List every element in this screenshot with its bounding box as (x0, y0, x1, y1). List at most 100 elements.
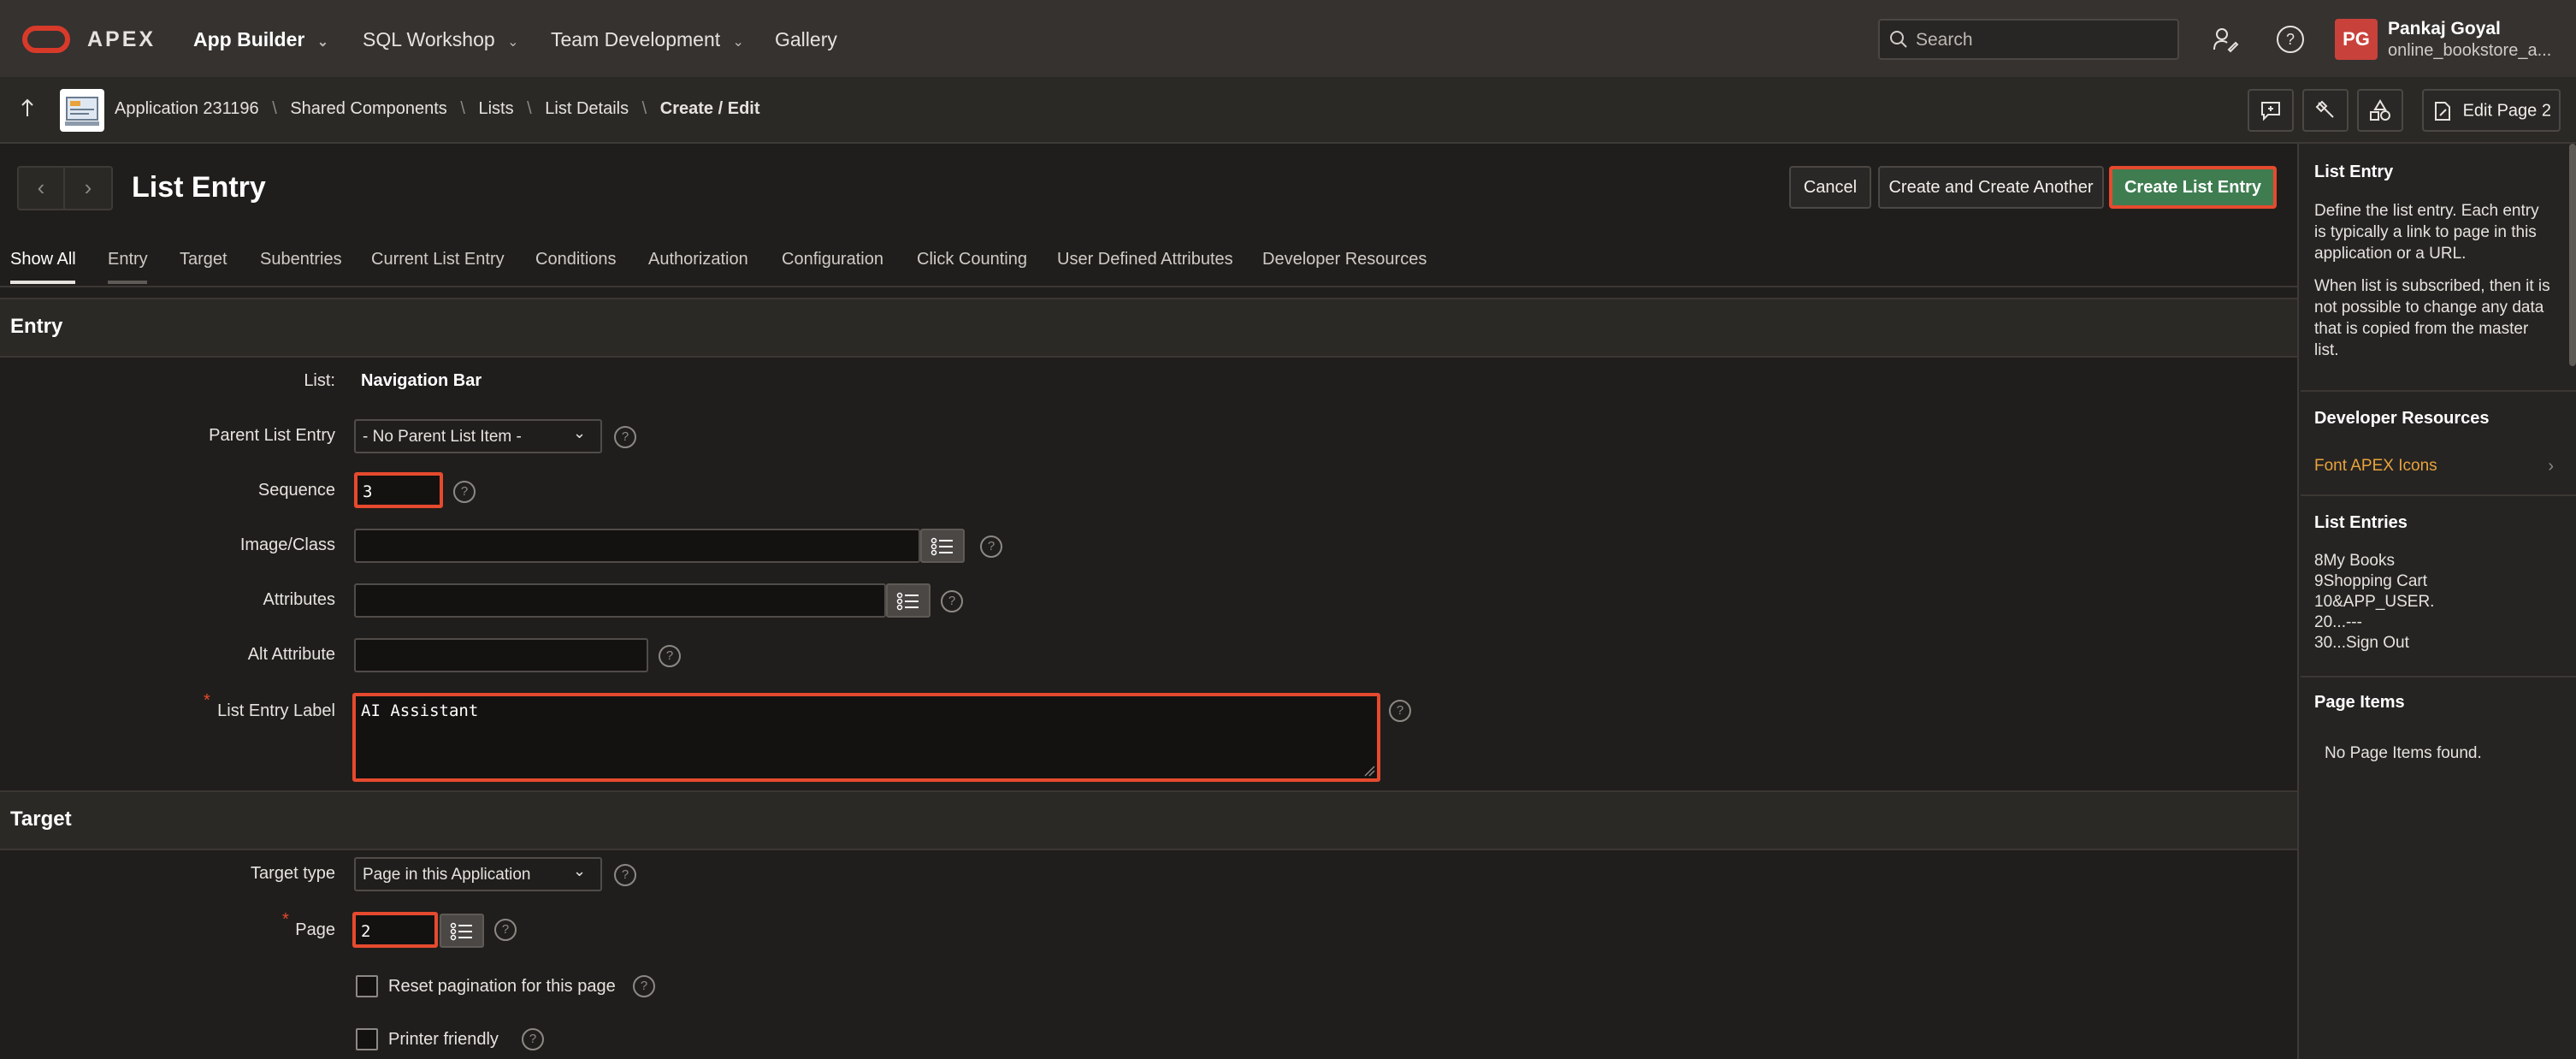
help-icon[interactable]: ? (1389, 700, 1411, 722)
help-icon[interactable]: ? (494, 919, 517, 941)
help-icon[interactable]: ? (453, 481, 476, 503)
resize-handle-icon[interactable] (1363, 765, 1375, 777)
avatar[interactable]: PG (2335, 19, 2378, 60)
printer-friendly-label[interactable]: Printer friendly (388, 1030, 499, 1050)
help-icon[interactable]: ? (614, 864, 636, 886)
tab-conditions[interactable]: Conditions (535, 250, 617, 269)
apex-brand[interactable]: APEX (87, 27, 156, 52)
help-icon[interactable]: ? (980, 535, 1002, 558)
list-icon (931, 537, 954, 556)
help-panel-note: When list is subscribed, then it is not … (2314, 277, 2550, 359)
create-and-create-another-button[interactable]: Create and Create Another (1878, 166, 2104, 209)
nav-sql-workshop[interactable]: SQL Workshop ⌄ (363, 28, 518, 51)
list-entry-item: 30...Sign Out (2314, 634, 2409, 652)
list-entry-item: 8My Books (2314, 552, 2395, 570)
nav-app-builder[interactable]: App Builder ⌄ (193, 28, 328, 51)
nav-team-development[interactable]: Team Development ⌄ (551, 28, 744, 51)
parent-list-entry-select[interactable]: - No Parent List Item - ⌄ (354, 419, 602, 453)
entry-section-header (0, 298, 2297, 358)
list-entry-label-value: AI Assistant (361, 701, 479, 720)
printer-friendly-checkbox[interactable] (356, 1028, 378, 1050)
tab-configuration[interactable]: Configuration (782, 250, 883, 269)
cancel-button[interactable]: Cancel (1789, 166, 1871, 209)
image-class-list-button[interactable] (920, 529, 965, 563)
help-icon[interactable]: ? (659, 645, 681, 667)
reset-pagination-checkbox[interactable] (356, 975, 378, 997)
font-apex-icons-label: Font APEX Icons (2314, 457, 2437, 475)
help-panel-title: List Entry (2314, 163, 2394, 181)
help-icon[interactable]: ? (522, 1028, 544, 1050)
next-button[interactable]: › (65, 166, 113, 210)
tab-developer-resources[interactable]: Developer Resources (1262, 250, 1427, 269)
user-workspace[interactable]: online_bookstore_a... (2388, 41, 2551, 61)
help-scrollbar[interactable] (2569, 144, 2576, 366)
attributes-label: Attributes (263, 590, 335, 609)
font-apex-icons-link[interactable]: Font APEX Icons › (2314, 457, 2554, 476)
list-icon (450, 922, 474, 941)
alt-attribute-label: Alt Attribute (247, 645, 335, 664)
attributes-input[interactable] (354, 583, 886, 618)
list-entry-item: 9Shopping Cart (2314, 572, 2428, 590)
page-label: Page (295, 920, 335, 939)
sequence-input[interactable]: 3 (354, 472, 443, 508)
tab-authorization[interactable]: Authorization (648, 250, 748, 269)
previous-button[interactable]: ‹ (17, 166, 65, 210)
attributes-list-button[interactable] (886, 583, 931, 618)
nav-app-builder-label: App Builder (193, 28, 305, 50)
tab-click-counting[interactable]: Click Counting (917, 250, 1027, 269)
breadcrumb-item-lists[interactable]: Lists (478, 99, 513, 118)
breadcrumb-item-current: Create / Edit (659, 99, 760, 118)
developer-resources-title: Developer Resources (2314, 409, 2490, 428)
chevron-down-icon: ⌄ (573, 862, 587, 879)
tab-visited-indicator (108, 281, 147, 284)
help-panel-description: Define the list entry. Each entry is typ… (2314, 202, 2539, 263)
arrow-up-icon[interactable] (19, 98, 36, 118)
search-box[interactable]: Search (1878, 19, 2179, 60)
sequence-label: Sequence (257, 481, 335, 500)
target-type-label: Target type (251, 864, 335, 883)
user-name[interactable]: Pankaj Goyal (2388, 19, 2501, 39)
page-list-button[interactable] (440, 914, 484, 948)
tab-show-all[interactable]: Show All (10, 250, 76, 269)
entry-section-title: Entry (10, 315, 63, 338)
reset-pagination-label[interactable]: Reset pagination for this page (388, 977, 616, 997)
debug-button[interactable] (2302, 89, 2349, 132)
application-icon (60, 89, 104, 132)
create-list-entry-button[interactable]: Create List Entry (2109, 166, 2277, 209)
oracle-logo-icon[interactable] (22, 26, 70, 53)
breadcrumb-separator: \ (527, 99, 532, 118)
feedback-button[interactable] (2248, 89, 2294, 132)
nav-gallery[interactable]: Gallery (775, 28, 837, 51)
tab-target[interactable]: Target (180, 250, 227, 269)
list-entries-title: List Entries (2314, 513, 2408, 532)
list-icon (896, 592, 920, 611)
alt-attribute-input[interactable] (354, 638, 648, 672)
tab-entry[interactable]: Entry (108, 250, 148, 269)
target-section-header (0, 790, 2297, 850)
tab-subentries[interactable]: Subentries (260, 250, 342, 269)
breadcrumb-item-shared-components[interactable]: Shared Components (290, 99, 446, 118)
list-value: Navigation Bar (361, 371, 482, 390)
target-type-select[interactable]: Page in this Application ⌄ (354, 857, 602, 891)
breadcrumb-item-application[interactable]: Application 231196 (115, 99, 259, 118)
shapes-icon (2369, 99, 2391, 121)
page-value: 2 (361, 922, 371, 941)
help-icon[interactable]: ? (2277, 26, 2304, 53)
shared-components-button[interactable] (2357, 89, 2403, 132)
breadcrumb-item-list-details[interactable]: List Details (545, 99, 629, 118)
administration-icon[interactable] (2212, 26, 2239, 53)
help-icon[interactable]: ? (614, 426, 636, 448)
image-class-input[interactable] (354, 529, 920, 563)
page-input[interactable]: 2 (352, 912, 438, 948)
help-panel-divider (2301, 390, 2576, 392)
chevron-left-icon: ‹ (37, 175, 45, 200)
tab-user-defined-attributes[interactable]: User Defined Attributes (1057, 250, 1233, 269)
help-icon[interactable]: ? (633, 975, 655, 997)
edit-page-button[interactable]: Edit Page 2 (2422, 89, 2561, 132)
list-entry-label-textarea[interactable]: AI Assistant (352, 693, 1380, 782)
help-icon[interactable]: ? (941, 590, 963, 612)
tab-current-list-entry[interactable]: Current List Entry (371, 250, 505, 269)
breadcrumb: Application 231196 \ Shared Components \… (115, 99, 760, 119)
help-panel-divider (2301, 494, 2576, 496)
sequence-value: 3 (363, 482, 373, 501)
